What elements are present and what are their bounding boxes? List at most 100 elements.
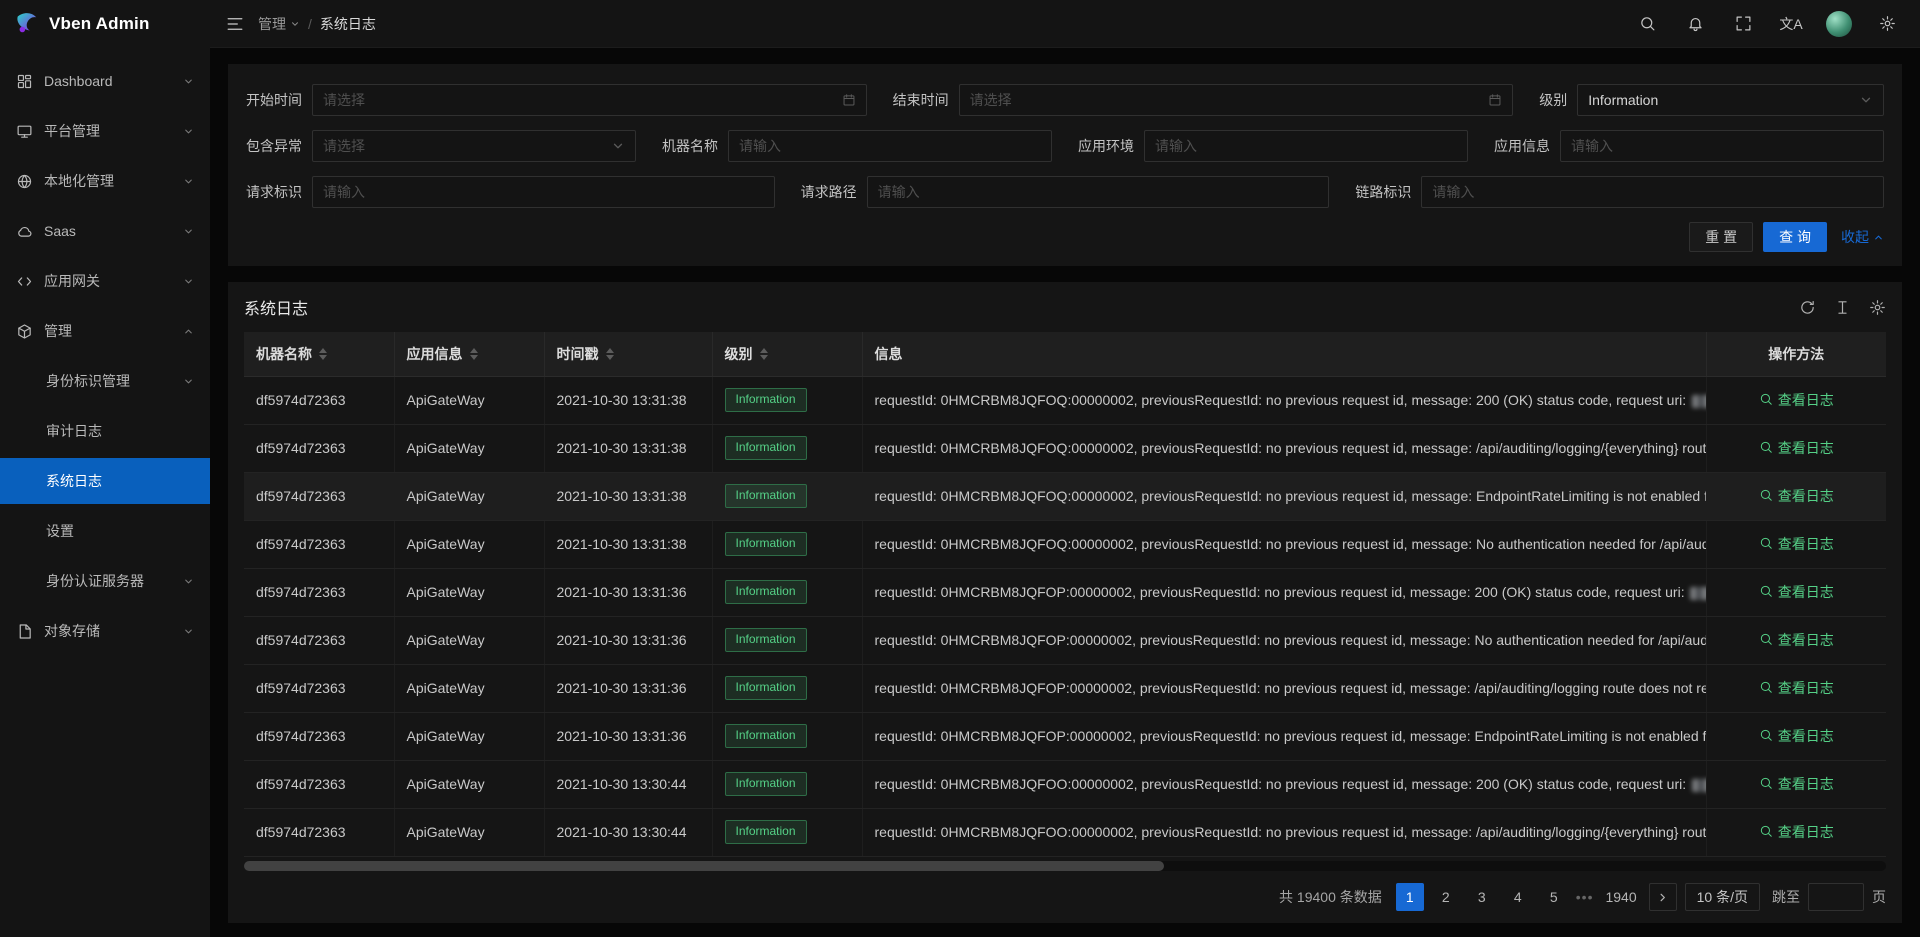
sort-icon <box>319 348 327 360</box>
reset-button[interactable]: 重 置 <box>1689 222 1753 252</box>
header: 管理 / 系统日志 文A <box>210 0 1920 48</box>
start-time-datepicker[interactable] <box>312 84 867 116</box>
logo[interactable]: Vben Admin <box>0 0 210 48</box>
request-path-label: 请求路径 <box>801 182 867 202</box>
sidebar-item-settings[interactable]: 设置 <box>0 508 210 554</box>
page-size-select[interactable]: 10 条/页 <box>1685 883 1760 911</box>
request-path-input[interactable] <box>867 176 1330 208</box>
redacted-text <box>1692 395 1706 408</box>
page-button-2[interactable]: 2 <box>1432 883 1460 911</box>
log-table: 机器名称应用信息时间戳级别信息操作方法 df5974d72363ApiGateW… <box>244 332 1886 857</box>
trace-id-field[interactable] <box>1432 184 1873 200</box>
end-time-datepicker[interactable] <box>959 84 1514 116</box>
request-id-input[interactable] <box>312 176 775 208</box>
view-log-link[interactable]: 查看日志 <box>1759 678 1834 698</box>
request-path-field[interactable] <box>878 184 1319 200</box>
page-button-1[interactable]: 1 <box>1396 883 1424 911</box>
page-button-1940[interactable]: 1940 <box>1601 883 1640 911</box>
sidebar-item-audit-log[interactable]: 审计日志 <box>0 408 210 454</box>
view-log-link[interactable]: 查看日志 <box>1759 726 1834 746</box>
page-button-3[interactable]: 3 <box>1468 883 1496 911</box>
column-header-app[interactable]: 应用信息 <box>394 332 544 376</box>
view-log-link[interactable]: 查看日志 <box>1759 438 1834 458</box>
refresh-icon[interactable] <box>1799 299 1816 316</box>
app-env-field[interactable] <box>1155 138 1457 154</box>
sidebar-item-saas[interactable]: Saas <box>0 208 210 254</box>
chevron-down-icon <box>183 76 194 87</box>
menu-fold-icon[interactable] <box>226 15 244 33</box>
page-jump-input[interactable] <box>1808 883 1864 911</box>
sidebar-item-system-log[interactable]: 系统日志 <box>0 458 210 504</box>
column-header-level[interactable]: 级别 <box>712 332 862 376</box>
next-page-button[interactable] <box>1649 883 1677 911</box>
machine-name-field[interactable] <box>739 138 1041 154</box>
trace-id-label: 链路标识 <box>1355 182 1421 202</box>
column-header-time[interactable]: 时间戳 <box>544 332 712 376</box>
page-button-4[interactable]: 4 <box>1504 883 1532 911</box>
view-log-link[interactable]: 查看日志 <box>1759 774 1834 794</box>
query-button[interactable]: 查 询 <box>1763 222 1827 252</box>
breadcrumb-item-manage[interactable]: 管理 <box>258 14 300 34</box>
column-settings-icon[interactable] <box>1869 299 1886 316</box>
end-time-field[interactable] <box>970 92 1483 108</box>
machine-name-input[interactable] <box>728 130 1052 162</box>
jump-unit: 页 <box>1872 887 1886 907</box>
sidebar-item-manage[interactable]: 管理 <box>0 308 210 354</box>
trace-id-input[interactable] <box>1421 176 1884 208</box>
scrollbar-thumb[interactable] <box>244 861 1164 871</box>
level-select[interactable]: Information <box>1577 84 1884 116</box>
table-row: df5974d72363ApiGateWay2021-10-30 13:31:3… <box>244 520 1886 568</box>
row-height-icon[interactable] <box>1834 299 1851 316</box>
filter-panel: 开始时间结束时间级别Information包含异常请选择机器名称应用环境应用信息… <box>228 64 1902 266</box>
request-id-field[interactable] <box>323 184 764 200</box>
cell-action: 查看日志 <box>1706 424 1886 472</box>
view-log-link[interactable]: 查看日志 <box>1759 582 1834 602</box>
page-button-5[interactable]: 5 <box>1540 883 1568 911</box>
sidebar-item-object-storage[interactable]: 对象存储 <box>0 608 210 654</box>
bell-icon[interactable] <box>1678 0 1712 48</box>
avatar[interactable] <box>1822 0 1856 48</box>
cell-machine: df5974d72363 <box>244 568 394 616</box>
translate-icon[interactable]: 文A <box>1774 0 1808 48</box>
sidebar-item-platform[interactable]: 平台管理 <box>0 108 210 154</box>
search-icon[interactable] <box>1630 0 1664 48</box>
sidebar-item-dashboard[interactable]: Dashboard <box>0 58 210 104</box>
sidebar-item-auth-server[interactable]: 身份认证服务器 <box>0 558 210 604</box>
magnifier-icon <box>1759 776 1773 793</box>
sidebar-item-identity[interactable]: 身份标识管理 <box>0 358 210 404</box>
cell-action: 查看日志 <box>1706 712 1886 760</box>
gear-icon[interactable] <box>1870 0 1904 48</box>
chevron-down-icon <box>611 139 625 153</box>
chevron-down-icon <box>183 126 194 137</box>
view-log-link[interactable]: 查看日志 <box>1759 486 1834 506</box>
magnifier-icon <box>1759 488 1773 505</box>
view-log-link[interactable]: 查看日志 <box>1759 390 1834 410</box>
view-log-link[interactable]: 查看日志 <box>1759 534 1834 554</box>
has-exception-select[interactable]: 请选择 <box>312 130 636 162</box>
cell-message: requestId: 0HMCRBM8JQFOP:00000002, previ… <box>862 664 1706 712</box>
level-badge: Information <box>725 628 807 652</box>
calendar-icon <box>1488 93 1502 107</box>
gateway-icon <box>16 273 33 290</box>
collapse-toggle[interactable]: 收起 <box>1841 227 1884 247</box>
cell-action: 查看日志 <box>1706 664 1886 712</box>
app-info-field[interactable] <box>1571 138 1873 154</box>
cell-time: 2021-10-30 13:30:44 <box>544 760 712 808</box>
app-info-input[interactable] <box>1560 130 1884 162</box>
view-log-link[interactable]: 查看日志 <box>1759 822 1834 842</box>
sidebar-item-gateway[interactable]: 应用网关 <box>0 258 210 304</box>
has-exception-label: 包含异常 <box>246 136 312 156</box>
sidebar-item-localization[interactable]: 本地化管理 <box>0 158 210 204</box>
cell-time: 2021-10-30 13:31:38 <box>544 520 712 568</box>
cell-app: ApiGateWay <box>394 424 544 472</box>
start-time-field[interactable] <box>323 92 836 108</box>
column-header-machine[interactable]: 机器名称 <box>244 332 394 376</box>
table-row: df5974d72363ApiGateWay2021-10-30 13:31:3… <box>244 472 1886 520</box>
field-app-env: 应用环境 <box>1078 130 1468 162</box>
app-env-input[interactable] <box>1144 130 1468 162</box>
app-info-label: 应用信息 <box>1494 136 1560 156</box>
page-ellipsis[interactable]: ••• <box>1576 889 1594 905</box>
view-log-link[interactable]: 查看日志 <box>1759 630 1834 650</box>
fullscreen-icon[interactable] <box>1726 0 1760 48</box>
cell-machine: df5974d72363 <box>244 712 394 760</box>
